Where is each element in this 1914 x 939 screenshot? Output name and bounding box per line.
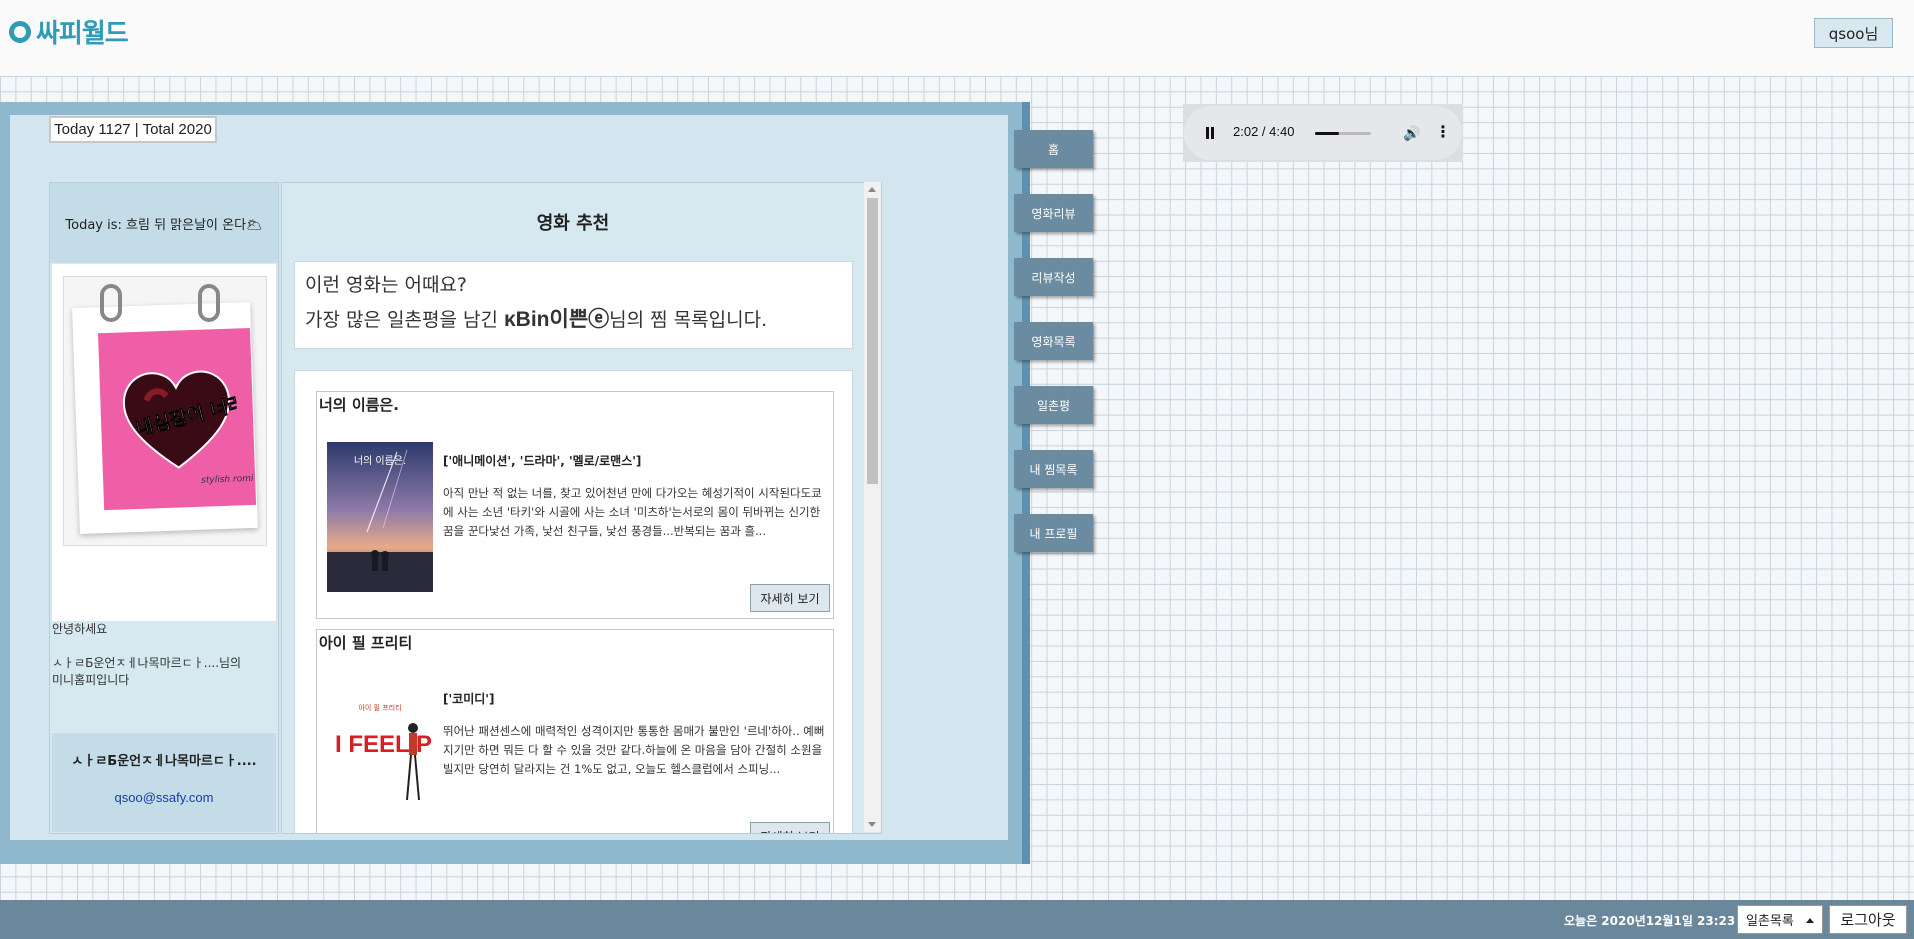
header: 싸피월드 qsoo님 bbox=[0, 0, 1914, 76]
tab-ilchon-comments[interactable]: 일촌평 bbox=[1014, 386, 1093, 424]
movie-description: 아직 만난 적 없는 너를, 찾고 있어천년 만에 다가오는 혜성기적이 시작된… bbox=[443, 486, 822, 538]
movie-genres: ['코미디'] bbox=[443, 692, 495, 706]
movie-card: 너의 이름은. 너의 이름은. ['애니메이션', '드라마', '멜로/로맨스… bbox=[316, 391, 834, 619]
owner-name: ㅅㅏㄹБ운언ㅈㅔ나목마르ㄷㅏ.... bbox=[71, 754, 257, 769]
pause-icon[interactable] bbox=[1206, 127, 1209, 139]
poster-title: I FEEL PRETTY bbox=[335, 731, 433, 758]
logout-button[interactable]: 로그아웃 bbox=[1829, 905, 1907, 934]
page-title: 영화 추천 bbox=[536, 213, 610, 234]
heart-icon: 내심장이 너라는데... bbox=[122, 370, 239, 469]
movie-card: 아이 필 프리티 아이 필 프리티 I FEEL PRETTY ['코미디'] … bbox=[316, 629, 834, 833]
tab-home[interactable]: 홈 bbox=[1014, 130, 1093, 168]
scroll-up-icon[interactable] bbox=[868, 187, 876, 192]
audio-time: 2:02 / 4:40 bbox=[1233, 124, 1295, 139]
footer: 오늘은 2020년12월1일 23:23 일촌목록 로그아웃 bbox=[0, 900, 1914, 939]
profile-column: Today is: 흐림 뒤 맑은날이 온다🌥 내심장이 너라는데... sty… bbox=[49, 182, 279, 834]
today-mood: Today is: 흐림 뒤 맑은날이 온다🌥 bbox=[50, 183, 278, 263]
movie-title[interactable]: 아이 필 프리티 bbox=[319, 632, 412, 653]
owner-info: ㅅㅏㄹБ운언ㅈㅔ나목마르ㄷㅏ.... qsoo@ssafy.com bbox=[52, 733, 276, 832]
intro-line-2: 가장 많은 일촌평을 남긴 κBin이쁜ⓔ님의 찜 목록입니다. bbox=[305, 303, 767, 333]
movie-genres: ['애니메이션', '드라마', '멜로/로맨스'] bbox=[443, 454, 642, 468]
audio-player[interactable]: 2:02 / 4:40 🔊 ⋮ bbox=[1184, 106, 1462, 160]
greeting-hello: 안녕하세요 bbox=[52, 622, 108, 636]
movie-list: 너의 이름은. 너의 이름은. ['애니메이션', '드라마', '멜로/로맨스… bbox=[294, 370, 853, 833]
tab-movie-list[interactable]: 영화목록 bbox=[1014, 322, 1093, 360]
logo[interactable]: 싸피월드 bbox=[9, 13, 129, 50]
binder-ring-icon bbox=[198, 284, 220, 322]
intro-prefix: 가장 많은 일촌평을 남긴 bbox=[305, 309, 504, 331]
intro-user: κBin이쁜ⓔ bbox=[503, 308, 610, 331]
intro-suffix: 님의 찜 목록입니다. bbox=[609, 309, 768, 331]
audio-progress-fill bbox=[1315, 132, 1340, 135]
detail-button[interactable]: 자세히 보기 bbox=[750, 822, 830, 833]
heart-picture: 내심장이 너라는데... stylish romi bbox=[98, 327, 257, 511]
tab-write-review[interactable]: 리뷰작성 bbox=[1014, 258, 1093, 296]
more-options-icon[interactable]: ⋮ bbox=[1435, 122, 1451, 141]
movie-description: 뛰어난 패션센스에 매력적인 성격이지만 통통한 몸매가 불만인 '르네'하아.… bbox=[443, 724, 825, 776]
volume-icon[interactable]: 🔊 bbox=[1403, 126, 1420, 142]
poster-title: 너의 이름은. bbox=[354, 455, 406, 467]
image-caption-small: stylish romi bbox=[201, 473, 254, 486]
tab-my-profile[interactable]: 내 프로필 bbox=[1014, 514, 1093, 552]
tab-movie-review[interactable]: 영화리뷰 bbox=[1014, 194, 1093, 232]
tab-my-wishlist[interactable]: 내 찜목록 bbox=[1014, 450, 1093, 488]
movie-title[interactable]: 너의 이름은. bbox=[319, 394, 399, 415]
select-value: 일촌목록 bbox=[1746, 914, 1794, 929]
intro-line-1: 이런 영화는 어때요? bbox=[305, 274, 468, 296]
user-button[interactable]: qsoo님 bbox=[1814, 18, 1893, 48]
movie-poster[interactable]: 너의 이름은. bbox=[327, 442, 433, 592]
profile-photo: 내심장이 너라는데... stylish romi bbox=[63, 276, 267, 546]
scroll-thumb[interactable] bbox=[867, 198, 878, 484]
dropdown-up-icon bbox=[1806, 918, 1814, 923]
logo-ring-icon bbox=[9, 20, 31, 43]
friend-list-select[interactable]: 일촌목록 bbox=[1737, 905, 1823, 934]
main-panel: 영화 추천 이런 영화는 어때요? 가장 많은 일촌평을 남긴 κBin이쁜ⓔ님… bbox=[281, 182, 882, 834]
content-scrollbar[interactable] bbox=[864, 182, 881, 832]
visitor-counter: Today 1127 | Total 2020 bbox=[49, 116, 217, 143]
logo-text: 싸피월드 bbox=[36, 19, 129, 49]
movie-poster[interactable]: 아이 필 프리티 I FEEL PRETTY bbox=[327, 680, 433, 830]
recommend-intro: 이런 영화는 어때요? 가장 많은 일촌평을 남긴 κBin이쁜ⓔ님의 찜 목록… bbox=[294, 261, 853, 349]
audio-progress[interactable] bbox=[1315, 132, 1371, 135]
detail-button[interactable]: 자세히 보기 bbox=[750, 584, 830, 612]
owner-email[interactable]: qsoo@ssafy.com bbox=[52, 790, 276, 805]
greeting-intro: ㅅㅏㄹБ운언ㅈㅔ나목마르ㄷㅏ....님의 미니홈피입니다 bbox=[52, 656, 242, 687]
binder-ring-icon bbox=[100, 284, 122, 322]
scroll-down-icon[interactable] bbox=[868, 822, 876, 827]
calendar-image: 내심장이 너라는데... stylish romi bbox=[72, 301, 258, 535]
svg-text:아이 필 프리티: 아이 필 프리티 bbox=[358, 703, 401, 712]
current-date: 오늘은 2020년12월1일 23:23 bbox=[1564, 914, 1736, 928]
